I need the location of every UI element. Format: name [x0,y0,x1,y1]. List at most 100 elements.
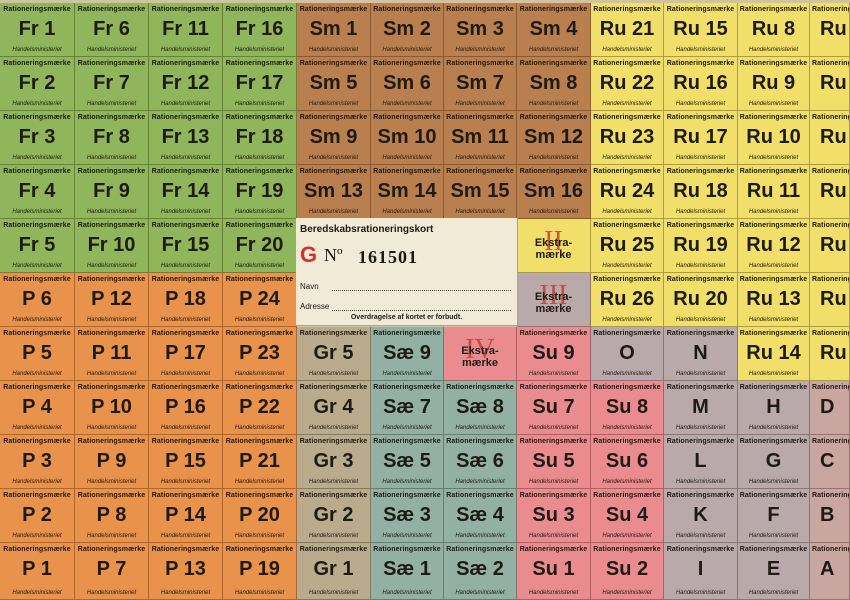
stamp-code: Ru [820,234,847,256]
stamp-p-14: Rationeringsmærke P 14 Handelsministeriet [149,489,223,543]
stamp-header: Rationeringsmærke [77,114,146,121]
stamp-su-6: Rationeringsmærke Su 6 Handelsministeriet [591,435,664,489]
stamp-ru-17: Rationeringsmærke Ru 17 Handelsministeriet [664,111,738,165]
stamp-header: Rationeringsmærke [373,384,441,391]
stamp-footer: Handelsministeriet [455,47,505,53]
stamp-ru-11: Rationeringsmærke Ru 11 Handelsministeriet [738,165,810,219]
stamp-ru-20: Rationeringsmærke Ru 20 Handelsministeriet [664,273,738,327]
stamp-code: Sm 11 [451,126,509,148]
stamp-footer: Handelsministeriet [675,263,726,269]
stamp-sm-14: Rationeringsmærke Sm 14 Handelsministeriet [371,165,444,219]
stamp-code: P 18 [165,288,206,310]
stamp-su-2: Rationeringsmærke Su 2 Handelsministeriet [591,543,664,600]
stamp-header: Rationeringsmærke [151,384,220,391]
stamp-code: Fr 19 [235,180,284,202]
stamp-gr-3: Rationeringsmærke Gr 3 Handelsministeriet [297,435,371,489]
stamp-footer: Handelsministeriet [602,209,652,215]
stamp-code: Ru 9 [751,72,796,94]
stamp-h: Rationeringsmærke H Handelsministeriet [738,381,810,435]
stamp-header: Rationeringsmærke [373,114,441,121]
stamp-header: Rationeringsmærke [446,6,514,13]
stamp-code: P 10 [91,396,132,418]
stamp-code: Su 6 [605,450,649,472]
stamp-footer: Handelsministeriet [675,425,726,431]
stamp-footer: Handelsministeriet [455,209,505,215]
stamp-sm-2: Rationeringsmærke Sm 2 Handelsministeriet [371,3,444,57]
stamp-code: P 15 [165,450,206,472]
stamp-o: Rationeringsmærke O Handelsministeriet [591,327,664,381]
stamp-p-5: Rationeringsmærke P 5 Handelsministeriet [0,327,75,381]
stamp-code: I [697,558,704,580]
stamp-code: Ru [820,288,847,310]
stamp-header: Rationeringsmærke [151,546,220,553]
stamp-d-edge: RationeringsmærkeDHandelsministeriet [810,381,850,435]
stamp-header: Rationeringsmærke [739,222,808,229]
stamp-footer: Handelsministeriet [234,263,285,269]
stamp-header: Rationeringsmærke [812,492,849,499]
stamp-ru-25: Rationeringsmærke Ru 25 Handelsministeriet [591,219,664,273]
stamp-ru-edge: RationeringsmærkeRuHandelsministeriet [810,111,850,165]
stamp-code: Gr 3 [313,450,354,472]
stamp-footer: Handelsministeriet [455,101,505,107]
card-number-label: Nº [324,245,343,265]
stamp-su-5: Rationeringsmærke Su 5 Handelsministeriet [517,435,591,489]
stamp-code: P 6 [22,288,52,310]
stamp-code: Ru 23 [599,126,655,148]
card-title: Beredskabsrationeringskort [300,224,434,235]
stamp-header: Rationeringsmærke [77,60,146,67]
stamp-footer: Handelsministeriet [675,371,726,377]
stamp-code: P 16 [165,396,206,418]
stamp-ru-edge: RationeringsmærkeRuHandelsministeriet [810,57,850,111]
stamp-su-3: Rationeringsmærke Su 3 Handelsministeriet [517,489,591,543]
stamp-code: Sm 9 [309,126,358,148]
stamp-header: Rationeringsmærke [812,330,849,337]
stamp-fr-12: Rationeringsmærke Fr 12 Handelsministeriet [149,57,223,111]
stamp-code: Sm 12 [524,126,583,148]
stamp-fr-15: Rationeringsmærke Fr 15 Handelsministeriet [149,219,223,273]
stamp-header: Rationeringsmærke [666,60,735,67]
stamp-footer: Handelsministeriet [160,533,211,539]
stamp-code: C [820,450,835,472]
stamp-p-12: Rationeringsmærke P 12 Handelsministeriet [75,273,149,327]
stamp-code: O [619,342,635,364]
extra-stamp-iii: III Ekstra-mærke [517,273,591,327]
stamp-sm-4: Rationeringsmærke Sm 4 Handelsministeriet [517,3,591,57]
stamp-footer: Handelsministeriet [160,101,211,107]
stamp-p-16: Rationeringsmærke P 16 Handelsministeriet [149,381,223,435]
stamp-header: Rationeringsmærke [77,330,146,337]
stamp-header: Rationeringsmærke [666,546,735,553]
stamp-header: Rationeringsmærke [77,546,146,553]
name-field-line [332,290,511,291]
stamp-header: Rationeringsmærke [151,492,220,499]
stamp-footer: Handelsministeriet [308,371,359,377]
stamp-footer: Handelsministeriet [160,425,211,431]
stamp-sae-1: Rationeringsmærke Sæ 1 Handelsministeriet [371,543,444,600]
stamp-footer: Handelsministeriet [748,263,799,269]
stamp-code: Su 5 [532,450,575,472]
stamp-p-2: Rationeringsmærke P 2 Handelsministeriet [0,489,75,543]
stamp-sm-11: Rationeringsmærke Sm 11 Handelsministeriet [444,111,517,165]
stamp-code: P 7 [96,558,127,580]
stamp-code: P 5 [22,342,52,364]
stamp-code: Sæ 4 [456,504,504,526]
stamp-header: Rationeringsmærke [151,330,220,337]
stamp-footer: Handelsministeriet [455,479,505,485]
stamp-footer: Handelsministeriet [160,47,211,53]
stamp-sm-8: Rationeringsmærke Sm 8 Handelsministeriet [517,57,591,111]
stamp-header: Rationeringsmærke [3,168,71,175]
stamp-code: Fr 10 [87,234,136,256]
stamp-header: Rationeringsmærke [593,6,661,13]
stamp-code: F [767,504,780,526]
stamp-p-21: Rationeringsmærke P 21 Handelsministeriet [223,435,297,489]
stamp-code: Ru [820,72,847,94]
stamp-header: Rationeringsmærke [225,330,294,337]
stamp-header: Rationeringsmærke [812,60,849,67]
stamp-code: Fr 18 [235,126,284,148]
stamp-b-edge: RationeringsmærkeBHandelsministeriet [810,489,850,543]
stamp-header: Rationeringsmærke [373,492,441,499]
stamp-sm-6: Rationeringsmærke Sm 6 Handelsministeriet [371,57,444,111]
stamp-header: Rationeringsmærke [812,276,849,283]
stamp-header: Rationeringsmærke [77,384,146,391]
stamp-sae-3: Rationeringsmærke Sæ 3 Handelsministeriet [371,489,444,543]
stamp-code: P 22 [239,396,280,418]
